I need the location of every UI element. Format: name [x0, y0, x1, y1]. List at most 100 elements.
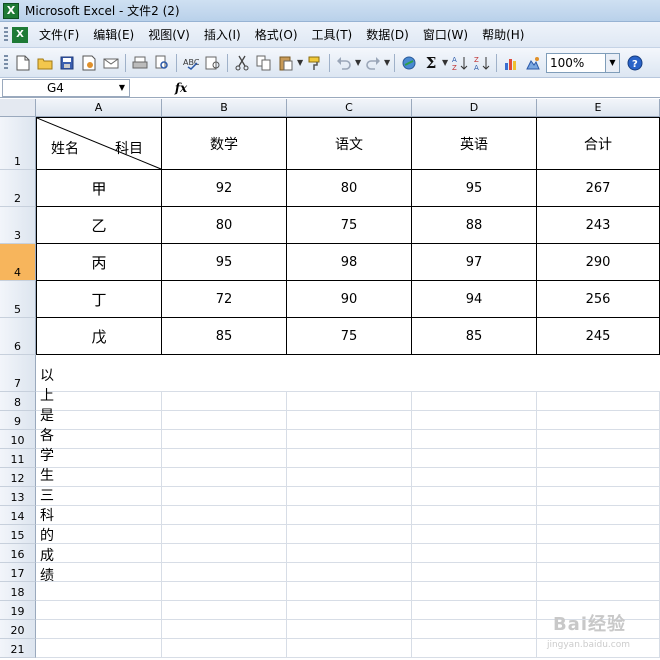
cell[interactable] — [162, 639, 287, 658]
menu-file[interactable]: 文件(F) — [34, 25, 84, 45]
row-header-12[interactable]: 12 — [0, 468, 36, 487]
permission-icon[interactable] — [80, 54, 98, 72]
cell[interactable] — [36, 468, 162, 487]
diagonal-header-cell[interactable]: 姓名 科目 — [36, 117, 162, 170]
cell[interactable] — [412, 468, 537, 487]
undo-icon[interactable] — [335, 54, 353, 72]
row-header-10[interactable]: 10 — [0, 430, 36, 449]
insert-function-icon[interactable]: fx — [170, 81, 192, 95]
autosum-dropdown-icon[interactable]: ▼ — [442, 58, 449, 67]
cell[interactable] — [412, 449, 537, 468]
score-cell[interactable]: 88 — [412, 207, 537, 244]
cell[interactable] — [537, 355, 660, 392]
cell[interactable] — [537, 430, 660, 449]
student-name-cell[interactable]: 丁 — [36, 281, 162, 318]
student-name-cell[interactable]: 戊 — [36, 318, 162, 355]
score-cell[interactable]: 80 — [162, 207, 287, 244]
print-preview-icon[interactable] — [153, 54, 171, 72]
cell[interactable] — [537, 544, 660, 563]
cell[interactable] — [537, 449, 660, 468]
row-header-1[interactable]: 1 — [0, 117, 36, 170]
cell[interactable] — [36, 411, 162, 430]
cell[interactable] — [537, 525, 660, 544]
row-header-20[interactable]: 20 — [0, 620, 36, 639]
cell[interactable] — [287, 563, 412, 582]
row-header-17[interactable]: 17 — [0, 563, 36, 582]
cell[interactable] — [36, 582, 162, 601]
score-cell[interactable]: 85 — [412, 318, 537, 355]
cell[interactable] — [36, 506, 162, 525]
cut-icon[interactable] — [233, 54, 251, 72]
autosum-icon[interactable]: Σ — [422, 54, 440, 72]
score-cell[interactable]: 267 — [537, 170, 660, 207]
cell[interactable] — [537, 563, 660, 582]
cell[interactable] — [412, 639, 537, 658]
cell[interactable] — [537, 582, 660, 601]
cell[interactable] — [412, 601, 537, 620]
help-icon[interactable]: ? — [626, 54, 644, 72]
score-cell[interactable]: 85 — [162, 318, 287, 355]
new-icon[interactable] — [14, 54, 32, 72]
redo-dropdown-icon[interactable]: ▼ — [384, 58, 391, 67]
redo-icon[interactable] — [364, 54, 382, 72]
row-header-2[interactable]: 2 — [0, 170, 36, 207]
research-icon[interactable] — [204, 54, 222, 72]
cell[interactable] — [36, 355, 162, 392]
cell[interactable] — [412, 620, 537, 639]
header-cell-e[interactable]: 合计 — [537, 117, 660, 170]
open-icon[interactable] — [36, 54, 54, 72]
row-header-7[interactable]: 7 — [0, 355, 36, 392]
row-header-14[interactable]: 14 — [0, 506, 36, 525]
row-header-4[interactable]: 4 — [0, 244, 36, 281]
row-header-8[interactable]: 8 — [0, 392, 36, 411]
cell[interactable] — [162, 392, 287, 411]
menu-help[interactable]: 帮助(H) — [477, 25, 529, 45]
cell[interactable] — [162, 544, 287, 563]
column-header-e[interactable]: E — [537, 99, 660, 117]
paste-dropdown-icon[interactable]: ▼ — [297, 58, 304, 67]
student-name-cell[interactable]: 甲 — [36, 170, 162, 207]
cell[interactable] — [412, 355, 537, 392]
cell[interactable] — [287, 639, 412, 658]
row-header-9[interactable]: 9 — [0, 411, 36, 430]
cell[interactable] — [537, 392, 660, 411]
cell[interactable] — [162, 430, 287, 449]
score-cell[interactable]: 243 — [537, 207, 660, 244]
row-header-15[interactable]: 15 — [0, 525, 36, 544]
cell[interactable] — [36, 544, 162, 563]
cell[interactable] — [162, 601, 287, 620]
row-header-5[interactable]: 5 — [0, 281, 36, 318]
select-all-corner[interactable] — [0, 99, 36, 117]
cell[interactable] — [36, 620, 162, 639]
menu-window[interactable]: 窗口(W) — [418, 25, 473, 45]
cell[interactable] — [412, 430, 537, 449]
row-header-18[interactable]: 18 — [0, 582, 36, 601]
cell[interactable] — [287, 430, 412, 449]
cell[interactable] — [287, 506, 412, 525]
menu-format[interactable]: 格式(O) — [250, 25, 303, 45]
score-cell[interactable]: 256 — [537, 281, 660, 318]
cell[interactable] — [287, 468, 412, 487]
workbook-icon[interactable]: X — [12, 26, 28, 43]
cell[interactable] — [162, 563, 287, 582]
header-cell-b[interactable]: 数学 — [162, 117, 287, 170]
formula-input[interactable] — [192, 79, 660, 97]
email-icon[interactable] — [102, 54, 120, 72]
chart-wizard-icon[interactable] — [502, 54, 520, 72]
cell[interactable] — [36, 449, 162, 468]
menu-data[interactable]: 数据(D) — [361, 25, 414, 45]
menu-tools[interactable]: 工具(T) — [307, 25, 358, 45]
cell[interactable] — [537, 468, 660, 487]
cell[interactable] — [412, 544, 537, 563]
score-cell[interactable]: 97 — [412, 244, 537, 281]
cell[interactable] — [162, 468, 287, 487]
cell[interactable] — [36, 487, 162, 506]
column-header-d[interactable]: D — [412, 99, 537, 117]
cell[interactable] — [162, 582, 287, 601]
format-painter-icon[interactable] — [306, 54, 324, 72]
score-cell[interactable]: 75 — [287, 207, 412, 244]
cell[interactable] — [412, 411, 537, 430]
row-header-11[interactable]: 11 — [0, 449, 36, 468]
cell[interactable] — [287, 525, 412, 544]
score-cell[interactable]: 92 — [162, 170, 287, 207]
